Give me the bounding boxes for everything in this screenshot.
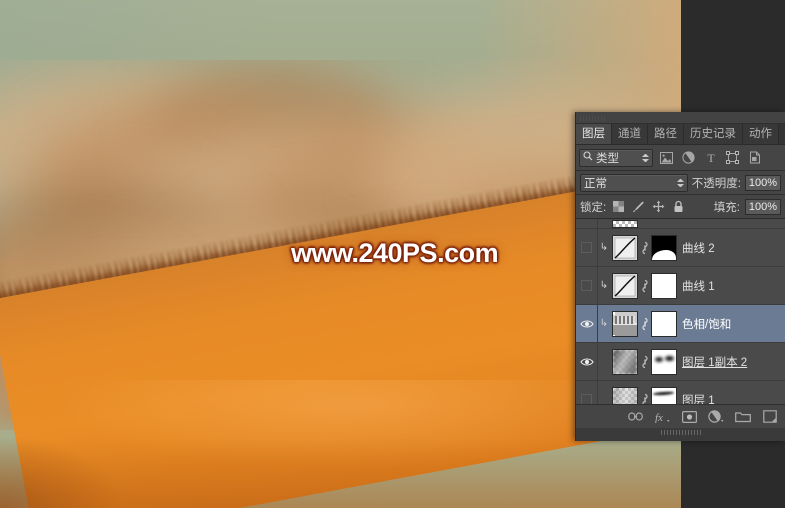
table-row[interactable]: 图层 1副本 2 bbox=[576, 343, 785, 381]
layers-panel[interactable]: 图层 通道 路径 历史记录 动作 类型 T 正常 不透明度: 100% 锁定: … bbox=[575, 112, 785, 441]
fill-value-field[interactable]: 100% bbox=[745, 198, 781, 215]
lock-row[interactable]: 锁定: 填充: 100% bbox=[576, 195, 785, 219]
layer-mask-thumbnail[interactable] bbox=[651, 348, 677, 375]
layer-mask-thumbnail[interactable] bbox=[651, 310, 677, 337]
panel-resize-handle[interactable] bbox=[576, 428, 785, 436]
eye-visible-icon bbox=[580, 319, 594, 328]
mask-link-icon[interactable] bbox=[638, 317, 651, 331]
adjustment-layer-filter-icon[interactable] bbox=[680, 149, 697, 166]
mask-link-icon[interactable] bbox=[638, 279, 651, 293]
lock-position-icon[interactable] bbox=[651, 199, 666, 214]
layer-list[interactable]: ↳ 曲线 2 ↳ 曲线 1 ↳ 色相/饱和 图层 1副本 2 图层 1 bbox=[576, 219, 785, 404]
add-layer-style-icon[interactable]: fx bbox=[654, 409, 670, 425]
eye-hidden-icon bbox=[581, 242, 592, 253]
panel-drag-grip[interactable] bbox=[580, 116, 606, 121]
lock-image-pixels-icon[interactable] bbox=[631, 199, 646, 214]
tab-history[interactable]: 历史记录 bbox=[684, 124, 743, 144]
layer-visibility-toggle[interactable] bbox=[576, 229, 598, 266]
layer-visibility-toggle[interactable] bbox=[576, 267, 598, 304]
pixel-layer-filter-icon[interactable] bbox=[658, 149, 675, 166]
clipping-mask-arrow-icon: ↳ bbox=[599, 318, 609, 329]
opacity-value-field[interactable]: 100% bbox=[745, 174, 781, 191]
mask-link-icon[interactable] bbox=[638, 393, 651, 404]
layer-thumbnail[interactable] bbox=[612, 386, 638, 404]
tab-actions[interactable]: 动作 bbox=[743, 124, 779, 144]
layer-name[interactable]: 色相/饱和 bbox=[682, 316, 785, 332]
filter-type-dropdown[interactable]: 类型 bbox=[579, 148, 653, 167]
layer-visibility-toggle[interactable] bbox=[576, 305, 598, 342]
eye-hidden-icon bbox=[581, 394, 592, 404]
lock-all-icon[interactable] bbox=[671, 199, 686, 214]
layer-thumbnail[interactable] bbox=[612, 272, 638, 299]
mask-link-icon[interactable] bbox=[638, 355, 651, 369]
new-adjustment-layer-icon[interactable] bbox=[708, 409, 724, 425]
blend-mode-dropdown[interactable]: 正常 bbox=[580, 173, 688, 192]
eye-hidden-icon bbox=[581, 280, 592, 291]
layer-mask-thumbnail[interactable] bbox=[651, 234, 677, 261]
lock-label: 锁定: bbox=[580, 201, 607, 214]
filter-type-label: 类型 bbox=[596, 152, 619, 165]
table-row[interactable]: ↳ 曲线 2 bbox=[576, 229, 785, 267]
layer-mask-thumbnail[interactable] bbox=[651, 386, 677, 404]
magnifier-icon bbox=[583, 151, 593, 164]
chevron-updown-icon[interactable] bbox=[642, 152, 649, 164]
layer-name[interactable]: 图层 1 bbox=[682, 392, 785, 405]
layer-name[interactable]: 曲线 2 bbox=[682, 240, 785, 256]
panel-titlebar[interactable] bbox=[576, 112, 785, 124]
link-layers-icon[interactable] bbox=[627, 409, 643, 425]
mask-link-icon[interactable] bbox=[638, 241, 651, 255]
dune-left-shadow bbox=[0, 388, 180, 508]
table-row[interactable]: 图层 1 bbox=[576, 381, 785, 404]
photoshop-workspace: www.240PS.com 图层 通道 路径 历史记录 动作 类型 T 正常 不… bbox=[0, 0, 785, 508]
smart-object-filter-icon[interactable] bbox=[746, 149, 763, 166]
svg-text:fx: fx bbox=[655, 412, 663, 423]
layer-thumbnail[interactable] bbox=[612, 310, 638, 337]
tab-channels[interactable]: 通道 bbox=[612, 124, 648, 144]
layer-name[interactable]: 图层 1副本 2 bbox=[682, 354, 785, 370]
blend-opacity-row[interactable]: 正常 不透明度: 100% bbox=[576, 171, 785, 195]
panel-tab-bar[interactable]: 图层 通道 路径 历史记录 动作 bbox=[576, 124, 785, 145]
clipping-mask-arrow-icon: ↳ bbox=[599, 280, 609, 291]
add-layer-mask-icon[interactable] bbox=[681, 409, 697, 425]
table-row[interactable] bbox=[576, 219, 785, 229]
layer-name[interactable]: 曲线 1 bbox=[682, 278, 785, 294]
layer-visibility-toggle[interactable] bbox=[576, 219, 598, 228]
new-layer-icon[interactable] bbox=[762, 409, 778, 425]
layers-panel-footer[interactable]: fx bbox=[576, 404, 785, 428]
clipping-mask-arrow-icon: ↳ bbox=[599, 242, 609, 253]
resize-grip-dots bbox=[660, 430, 701, 435]
tab-paths[interactable]: 路径 bbox=[648, 124, 684, 144]
layer-thumbnail[interactable] bbox=[612, 348, 638, 375]
opacity-label: 不透明度: bbox=[691, 177, 741, 190]
layer-thumbnail[interactable] bbox=[612, 234, 638, 261]
fill-label: 填充: bbox=[713, 201, 740, 214]
eye-visible-icon bbox=[580, 357, 594, 366]
new-group-icon[interactable] bbox=[735, 409, 751, 425]
blend-mode-value: 正常 bbox=[584, 177, 607, 190]
shape-layer-filter-icon[interactable] bbox=[724, 149, 741, 166]
tab-layers[interactable]: 图层 bbox=[576, 124, 612, 144]
thumbnail-selection-brackets bbox=[613, 311, 637, 336]
layer-visibility-toggle[interactable] bbox=[576, 381, 598, 404]
layer-thumbnail[interactable] bbox=[612, 220, 638, 228]
layer-mask-thumbnail[interactable] bbox=[651, 272, 677, 299]
table-row[interactable]: ↳ 曲线 1 bbox=[576, 267, 785, 305]
watermark-text: www.240PS.com bbox=[291, 238, 499, 268]
layer-filter-row[interactable]: 类型 T bbox=[576, 145, 785, 171]
layer-visibility-toggle[interactable] bbox=[576, 343, 598, 380]
lock-transparency-icon[interactable] bbox=[611, 199, 626, 214]
table-row[interactable]: ↳ 色相/饱和 bbox=[576, 305, 785, 343]
chevron-updown-icon[interactable] bbox=[676, 177, 684, 189]
type-layer-filter-icon[interactable]: T bbox=[702, 149, 719, 166]
svg-text:T: T bbox=[707, 151, 715, 164]
